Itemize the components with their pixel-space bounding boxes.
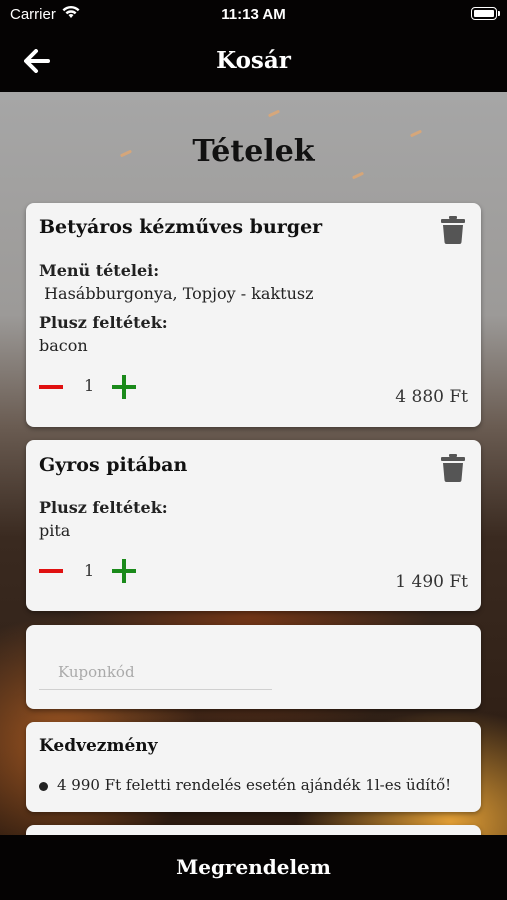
coupon-card bbox=[26, 625, 481, 709]
item-price: 1 490 Ft bbox=[395, 572, 468, 592]
item-name: Gyros pitában bbox=[39, 454, 188, 476]
decrease-quantity-button[interactable] bbox=[39, 558, 65, 584]
extras-label: Plusz feltétek: bbox=[39, 313, 168, 332]
order-button-label: Megrendelem bbox=[176, 855, 331, 879]
item-price: 4 880 Ft bbox=[395, 387, 468, 407]
trash-icon bbox=[441, 216, 465, 244]
extras-value: bacon bbox=[39, 336, 88, 355]
increase-quantity-button[interactable] bbox=[112, 374, 138, 400]
section-title: Tételek bbox=[192, 134, 315, 169]
item-name: Betyáros kézműves burger bbox=[39, 216, 323, 238]
background-spark bbox=[267, 109, 281, 118]
discount-title: Kedvezmény bbox=[39, 736, 158, 756]
clock: 11:13 AM bbox=[221, 6, 286, 23]
extras-value: pita bbox=[39, 521, 71, 540]
quantity-value: 1 bbox=[84, 561, 95, 580]
menu-items-value: Hasábburgonya, Topjoy - kaktusz bbox=[39, 284, 314, 303]
delete-item-button[interactable] bbox=[441, 216, 465, 244]
bullet-dot bbox=[39, 782, 48, 791]
status-bar: Carrier 11:13 AM bbox=[0, 0, 507, 30]
cart-item-card: Gyros pitában Plusz feltétek: pita 1 1 4… bbox=[26, 440, 481, 611]
extras-label: Plusz feltétek: bbox=[39, 498, 168, 517]
next-card bbox=[26, 825, 481, 835]
coupon-input[interactable] bbox=[39, 655, 272, 690]
cart-item-card: Betyáros kézműves burger Menü tételei: H… bbox=[26, 203, 481, 427]
trash-icon bbox=[441, 454, 465, 482]
battery-icon bbox=[471, 7, 500, 20]
discount-card: Kedvezmény 4 990 Ft feletti rendelés ese… bbox=[26, 722, 481, 812]
background-spark bbox=[351, 171, 365, 180]
order-button[interactable]: Megrendelem bbox=[0, 835, 507, 900]
decrease-quantity-button[interactable] bbox=[39, 374, 65, 400]
delete-item-button[interactable] bbox=[441, 454, 465, 482]
nav-bar: Kosár bbox=[0, 30, 507, 92]
cart-content[interactable]: Tételek Betyáros kézműves burger Menü té… bbox=[0, 92, 507, 835]
discount-item: 4 990 Ft feletti rendelés esetén ajándék… bbox=[57, 776, 452, 794]
page-title: Kosár bbox=[216, 47, 291, 74]
quantity-value: 1 bbox=[84, 376, 95, 395]
increase-quantity-button[interactable] bbox=[112, 558, 138, 584]
menu-items-label: Menü tételei: bbox=[39, 261, 160, 280]
